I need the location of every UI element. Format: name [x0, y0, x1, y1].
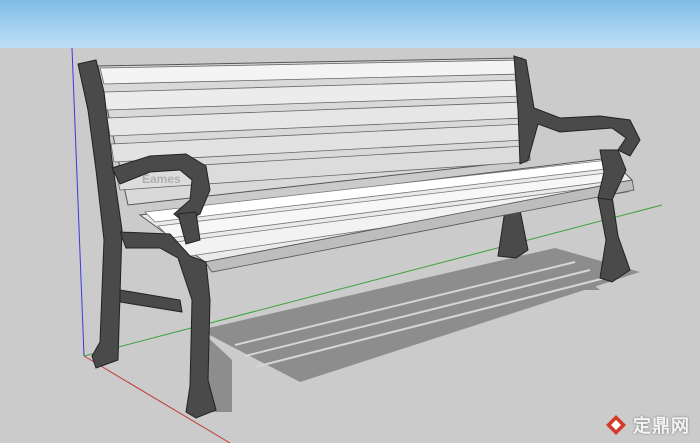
blue-axis — [71, 47, 85, 357]
bench-scene — [71, 47, 663, 443]
bench-shadow — [188, 248, 640, 412]
site-watermark: 定鼎网 — [605, 413, 690, 437]
faint-watermark-text: Eames — [142, 172, 181, 186]
sketchup-viewport[interactable]: Eames 定鼎网 — [0, 0, 700, 443]
diamond-logo-icon — [606, 415, 626, 435]
watermark-text: 定鼎网 — [633, 416, 690, 437]
